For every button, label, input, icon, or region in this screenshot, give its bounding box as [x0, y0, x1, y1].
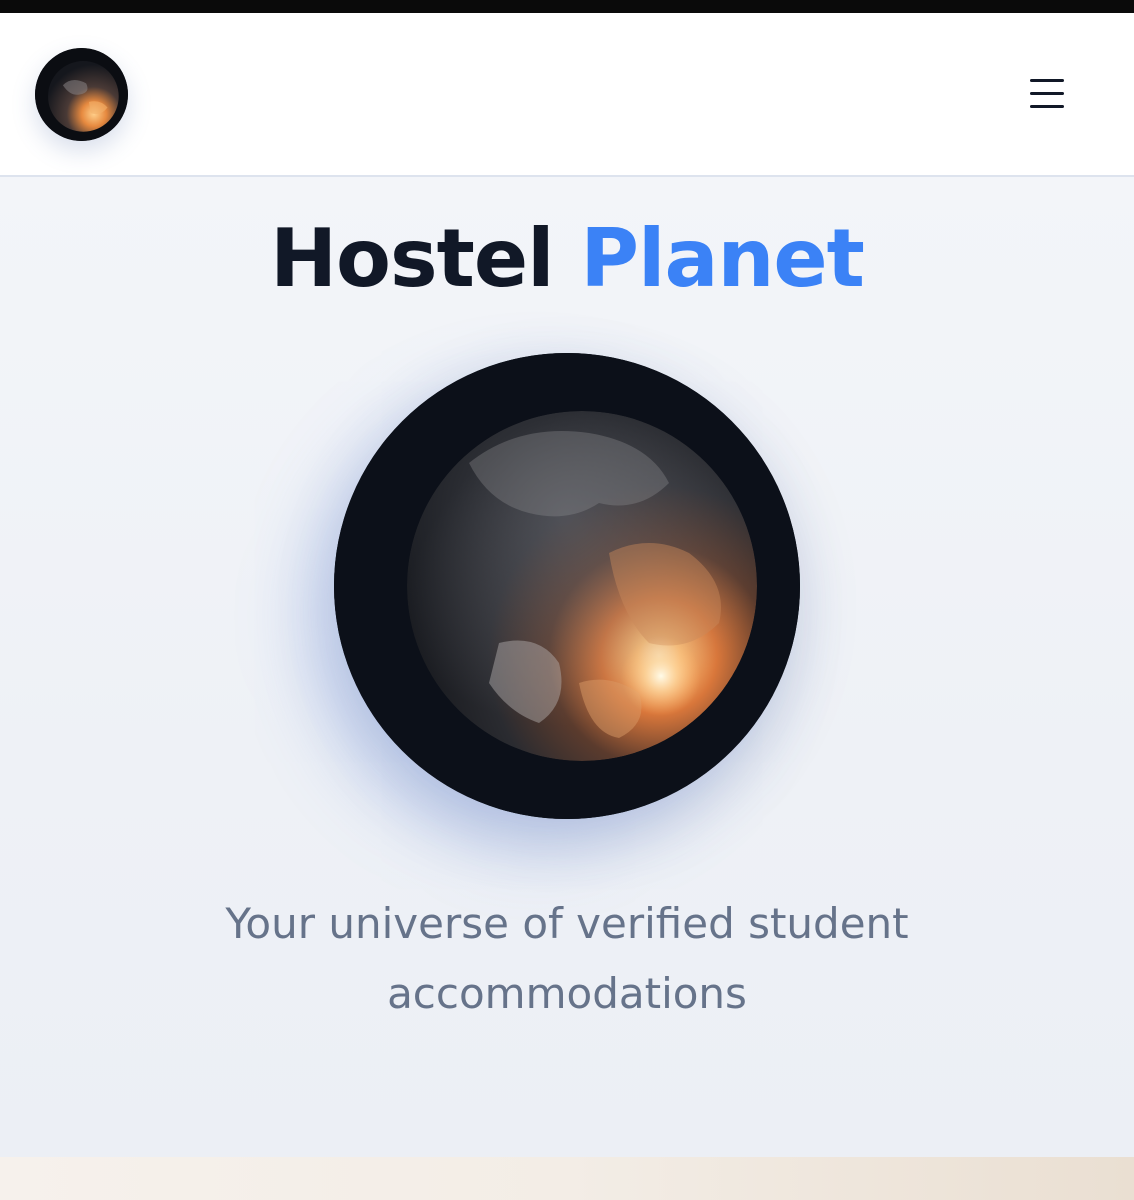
tagline-line-1: Your universe of verified student — [225, 899, 909, 948]
title-word-hostel: Hostel — [270, 212, 554, 305]
page-title: Hostel Planet — [0, 209, 1134, 309]
title-word-planet: Planet — [580, 212, 864, 305]
hero-section: Hostel Planet Your universe of verified … — [0, 177, 1134, 1157]
hamburger-menu-icon[interactable] — [1018, 75, 1076, 115]
device-top-bar — [0, 0, 1134, 13]
hero-tagline: Your universe of verified student accomm… — [0, 889, 1134, 1029]
site-header — [0, 13, 1134, 177]
next-section-preview — [0, 1157, 1134, 1200]
planet-illustration — [334, 353, 800, 819]
menu-line — [1030, 105, 1064, 108]
tagline-line-2: accommodations — [387, 969, 747, 1018]
menu-line — [1030, 79, 1064, 82]
menu-line — [1030, 92, 1064, 95]
planet-logo-icon[interactable] — [35, 48, 128, 141]
